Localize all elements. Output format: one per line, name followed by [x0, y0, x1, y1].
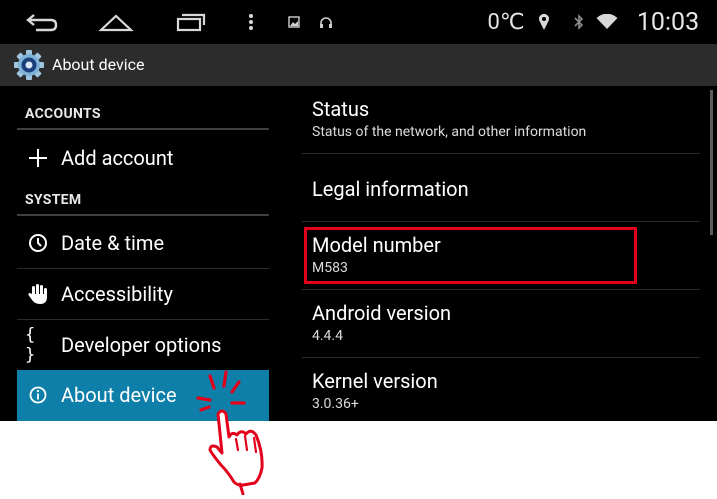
braces-icon: { }: [25, 325, 36, 365]
header-divider: [17, 214, 269, 216]
overflow-menu-icon[interactable]: [244, 0, 258, 44]
tap-gesture-icon: [190, 370, 270, 496]
list-divider: [302, 357, 700, 358]
item-summary: 3.0.36+: [312, 396, 359, 412]
clock-icon: [25, 218, 51, 268]
list-divider: [302, 289, 700, 290]
legal-information-item[interactable]: Legal information: [312, 176, 702, 202]
temperature-text: 0℃: [487, 9, 525, 35]
sidebar-item-label: Developer options: [61, 333, 222, 357]
item-summary: 4.4.4: [312, 328, 343, 344]
status-item[interactable]: Status Status of the network, and other …: [312, 96, 702, 142]
scrollbar[interactable]: [710, 90, 713, 235]
plus-icon: [25, 133, 51, 183]
item-title: Android version: [312, 301, 452, 325]
accounts-header: ACCOUNTS: [25, 106, 101, 122]
highlight-box: [304, 227, 637, 284]
add-account-label: Add account: [61, 146, 174, 170]
gallery-notification-icon: [287, 0, 301, 44]
kernel-version-item[interactable]: Kernel version 3.0.36+: [312, 368, 702, 414]
android-screen: 0℃ 10:03 About device ACCOUNTS Add accou…: [0, 0, 717, 421]
hand-icon: [25, 269, 51, 319]
add-account-item[interactable]: Add account: [17, 133, 269, 183]
wifi-icon: [595, 0, 619, 44]
item-title: Status: [312, 97, 370, 121]
info-icon: [25, 370, 51, 420]
sidebar-item-label: Date & time: [61, 231, 165, 255]
back-icon[interactable]: [22, 0, 62, 44]
action-bar: About device: [0, 44, 717, 86]
header-divider: [17, 128, 269, 130]
bluetooth-icon: [572, 0, 586, 44]
status-bar: 0℃ 10:03: [0, 0, 717, 44]
list-divider: [302, 153, 700, 154]
recent-apps-icon[interactable]: [170, 0, 210, 44]
home-icon[interactable]: [96, 0, 136, 44]
sidebar-item-label: Accessibility: [61, 282, 173, 306]
location-icon: [536, 0, 552, 44]
action-bar-title: About device: [52, 55, 145, 74]
list-divider: [302, 221, 700, 222]
item-summary: Status of the network, and other informa…: [312, 124, 587, 140]
settings-gear-icon[interactable]: [13, 49, 45, 81]
sidebar-item-accessibility[interactable]: Accessibility: [17, 269, 269, 319]
headset-notification-icon: [318, 0, 334, 44]
item-title: Kernel version: [312, 369, 438, 393]
item-title: Legal information: [312, 177, 469, 201]
sidebar-item-date-time[interactable]: Date & time: [17, 218, 269, 268]
sidebar-item-label: About device: [61, 383, 177, 407]
system-header: SYSTEM: [25, 192, 82, 208]
sidebar-item-developer-options[interactable]: { } Developer options: [17, 320, 269, 370]
clock-time: 10:03: [636, 7, 700, 37]
android-version-item[interactable]: Android version 4.4.4: [312, 300, 702, 346]
